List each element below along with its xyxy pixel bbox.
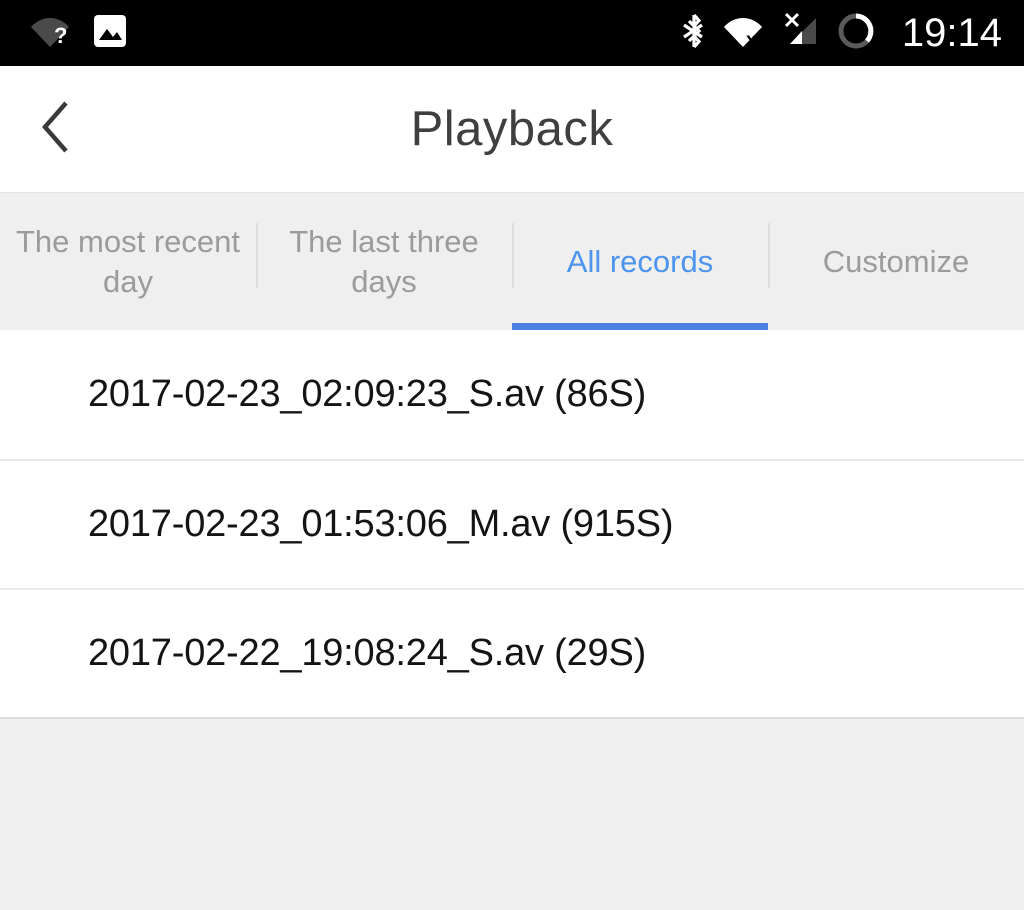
record-filename: 2017-02-22_19:08:24_S.av (29S) [88, 632, 647, 674]
list-item[interactable]: 2017-02-22_19:08:24_S.av (29S) [0, 588, 1024, 717]
cellular-signal-x-icon [780, 12, 820, 55]
status-bar-clock: 19:14 [901, 10, 1002, 55]
record-filename: 2017-02-23_02:09:23_S.av (86S) [88, 373, 647, 415]
svg-text:x: x [746, 30, 757, 48]
record-list: 2017-02-23_02:09:23_S.av (86S) 2017-02-2… [0, 330, 1024, 719]
tab-label: All records [566, 243, 714, 279]
tab-the-most-recent-day[interactable]: The most recent day [0, 193, 256, 330]
list-item[interactable]: 2017-02-23_02:09:23_S.av (86S) [0, 330, 1024, 459]
playback-screen: ? x 19:14 Playback The most recent day T… [0, 0, 1024, 910]
list-item[interactable]: 2017-02-23_01:53:06_M.av (915S) [0, 459, 1024, 588]
wifi-disconnected-icon: x [722, 14, 764, 53]
status-bar-right-icons: x 19:14 [682, 11, 1002, 56]
tab-label: Customize [822, 243, 970, 279]
screenshot-image-icon [92, 13, 128, 54]
app-bar: Playback [0, 66, 1024, 192]
status-bar: ? x 19:14 [0, 0, 1024, 66]
tab-customize[interactable]: Customize [768, 193, 1024, 330]
back-button[interactable] [22, 94, 92, 164]
status-bar-left-icons: ? [30, 13, 128, 54]
empty-list-area [0, 719, 1024, 910]
svg-text:?: ? [54, 23, 67, 48]
tab-bar: The most recent day The last three days … [0, 192, 1024, 330]
battery-circle-icon [836, 11, 876, 56]
record-filename: 2017-02-23_01:53:06_M.av (915S) [88, 503, 674, 545]
tab-the-last-three-days[interactable]: The last three days [256, 193, 512, 330]
wifi-unknown-icon: ? [30, 14, 70, 53]
chevron-left-icon [35, 97, 79, 162]
bluetooth-icon [682, 12, 706, 55]
tab-label: The last three days [289, 223, 479, 299]
tab-label: The most recent day [16, 223, 240, 299]
page-title: Playback [410, 102, 614, 156]
tab-all-records[interactable]: All records [512, 193, 768, 330]
